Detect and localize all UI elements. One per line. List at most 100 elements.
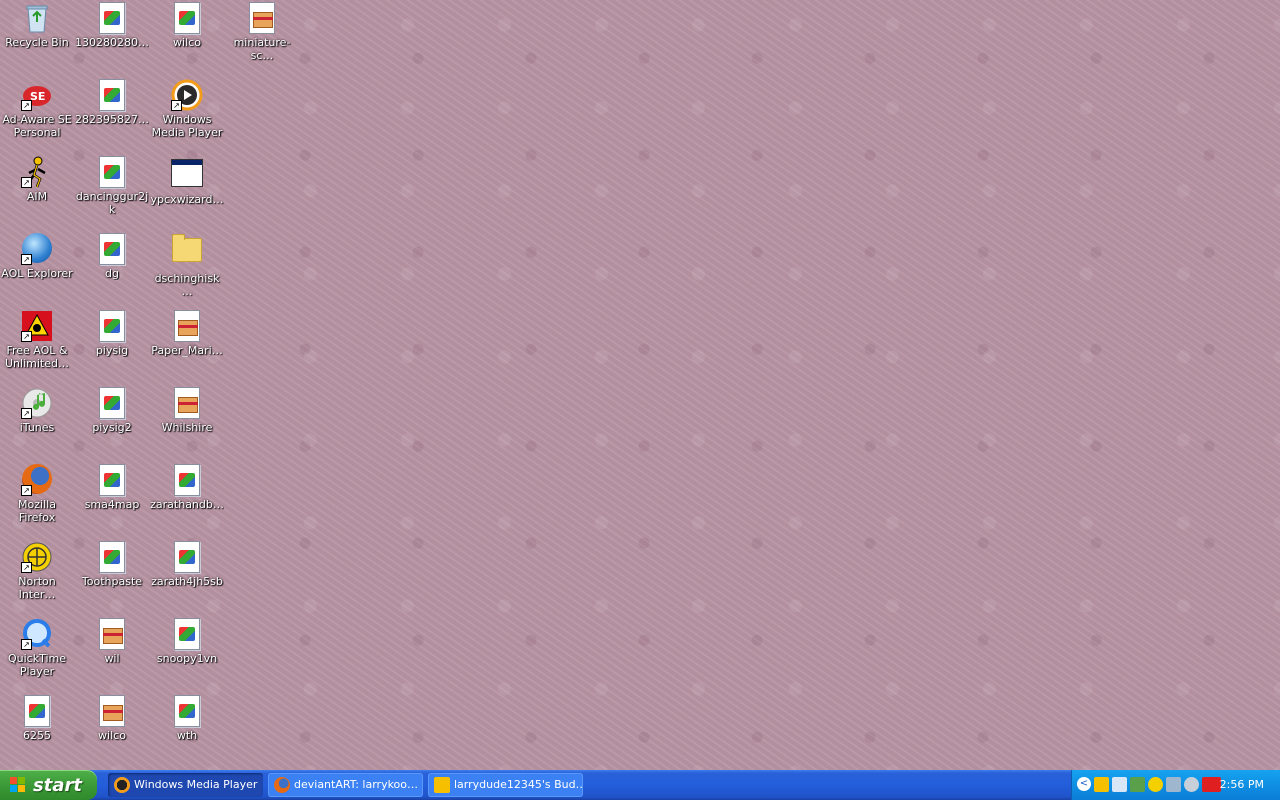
desktop-icon-image-file[interactable]: dg [75,233,149,280]
desktop-icon-image-file[interactable]: Toothpaste [75,541,149,588]
taskbar-button-aim-buddy-list[interactable]: larrydude12345's Bud… [428,773,583,797]
desktop-icon-image-file[interactable]: 130280280… [75,2,149,49]
desktop-icon-label: zarath4jh5sb [151,575,223,588]
desktop-icon-folder[interactable]: dschinghisk… [150,233,224,298]
desktop-icon-label: dancinggur2jk [75,190,149,216]
desktop-icon-label: piysig [95,344,129,357]
firefox-icon [274,777,290,793]
desktop-icon-itunes[interactable]: ↗ iTunes [0,387,74,434]
taskbar-button-label: Windows Media Player [134,778,258,791]
tray-expand-button[interactable]: < [1077,777,1091,791]
desktop-icon-label: 282395827… [75,113,149,126]
desktop-icon-image-file[interactable]: 282395827… [75,79,149,126]
firefox-icon: ↗ [21,464,53,496]
desktop-icon-label: zarathandb… [150,498,224,511]
desktop-icon-label: wil [104,652,120,665]
image-file-icon [96,464,128,496]
desktop-icon-image-file[interactable]: zarathandb… [150,464,224,511]
ati-tray-icon[interactable] [1202,777,1221,792]
archive-file-icon [246,2,278,34]
desktop: Recycle Bin SE ↗ Ad-Aware SE Personal ↗ … [0,0,1280,770]
taskbar-button-windows-media-player[interactable]: Windows Media Player [108,773,263,797]
desktop-icon-label: Windows Media Player [151,113,223,139]
recycle-bin-icon [21,2,53,34]
desktop-icon-label: 6255 [23,729,51,742]
desktop-icon-label: wilco [98,729,126,742]
shortcut-arrow-icon: ↗ [21,408,32,419]
taskbar: start Windows Media Player deviantART: l… [0,770,1280,800]
desktop-icon-label: Mozilla Firefox [18,498,56,524]
desktop-icon-image-file[interactable]: piysig [75,310,149,357]
desktop-icon-label: dschinghisk… [154,272,220,298]
start-label: start [33,775,82,796]
desktop-icon-label: Paper_Mari… [151,344,223,357]
image-file-icon [96,310,128,342]
desktop-icon-label: AOL Explorer [1,267,73,280]
desktop-icon-aim[interactable]: ↗ AIM [0,156,74,203]
desktop-icon-label: miniature-sc… [233,36,291,62]
svg-text:SE: SE [30,90,45,103]
desktop-icon-image-file[interactable]: piysig2 [75,387,149,434]
taskbar-button-deviantart[interactable]: deviantART: larrykoo… [268,773,423,797]
clock[interactable]: 2:56 PM [1220,778,1264,791]
desktop-icon-label: snoopy1vn [156,652,218,665]
desktop-icon-archive-file[interactable]: wil [75,618,149,665]
norton-tray-icon[interactable] [1148,777,1163,792]
aol-explorer-icon: ↗ [21,233,53,265]
desktop-icon-image-file[interactable]: wilco [150,2,224,49]
windows-flag-icon [10,777,26,793]
network-tray-icon[interactable] [1112,777,1127,792]
desktop-icon-image-file[interactable]: zarath4jh5sb [150,541,224,588]
desktop-icon-free-aol[interactable]: ↗ Free AOL & Unlimited… [0,310,74,370]
image-file-icon [171,464,203,496]
image-file-icon [171,2,203,34]
start-button[interactable]: start [0,770,97,800]
desktop-icon-image-file[interactable]: sma4map [75,464,149,511]
image-file-icon [96,156,128,188]
desktop-icon-label: dg [105,267,119,280]
desktop-icon-label: wth [176,729,198,742]
desktop-icon-norton[interactable]: ↗ Norton Inter… [0,541,74,601]
desktop-icon-aol-explorer[interactable]: ↗ AOL Explorer [0,233,74,280]
desktop-icon-label: ypcxwizard… [150,193,224,206]
desktop-icon-label: Whilshire [161,421,213,434]
desktop-icon-archive-file[interactable]: miniature-sc… [225,2,299,62]
image-file-icon [171,618,203,650]
desktop-icon-archive-file[interactable]: Whilshire [150,387,224,434]
desktop-icon-image-file[interactable]: 6255 [0,695,74,742]
desktop-icon-quicktime[interactable]: ↗ QuickTime Player [0,618,74,678]
archive-file-icon [96,618,128,650]
wmp-icon [114,777,130,793]
shortcut-arrow-icon: ↗ [21,254,32,265]
desktop-icon-label: Recycle Bin [5,36,69,49]
tray-icon-3[interactable] [1130,777,1145,792]
desktop-icon-label: 130280280… [75,36,149,49]
desktop-icon-recycle-bin[interactable]: Recycle Bin [0,2,74,49]
desktop-icon-adaware[interactable]: SE ↗ Ad-Aware SE Personal [0,79,74,139]
shortcut-arrow-icon: ↗ [21,331,32,342]
desktop-icon-label: Free AOL & Unlimited… [5,344,69,370]
image-file-icon [21,695,53,727]
desktop-icon-label: AIM [26,190,48,203]
archive-file-icon [96,695,128,727]
desktop-icon-label: Ad-Aware SE Personal [2,113,72,139]
free-aol-icon: ↗ [21,310,53,342]
display-tray-icon[interactable] [1166,777,1181,792]
archive-file-icon [171,387,203,419]
image-file-icon [171,695,203,727]
shortcut-arrow-icon: ↗ [21,639,32,650]
desktop-icon-image-file[interactable]: wth [150,695,224,742]
desktop-icon-image-file[interactable]: snoopy1vn [150,618,224,665]
desktop-icon-label: Toothpaste [81,575,143,588]
desktop-icon-label: sma4map [84,498,140,511]
desktop-icon-archive-file[interactable]: wilco [75,695,149,742]
aim-tray-icon[interactable] [1094,777,1109,792]
folder-icon [171,234,203,270]
itunes-icon: ↗ [21,387,53,419]
desktop-icon-windows-media-player[interactable]: ↗ Windows Media Player [150,79,224,139]
desktop-icon-window-app[interactable]: ypcxwizard… [150,156,224,206]
tray-icon-6[interactable] [1184,777,1199,792]
desktop-icon-image-file[interactable]: dancinggur2jk [75,156,149,216]
desktop-icon-archive-file[interactable]: Paper_Mari… [150,310,224,357]
desktop-icon-firefox[interactable]: ↗ Mozilla Firefox [0,464,74,524]
